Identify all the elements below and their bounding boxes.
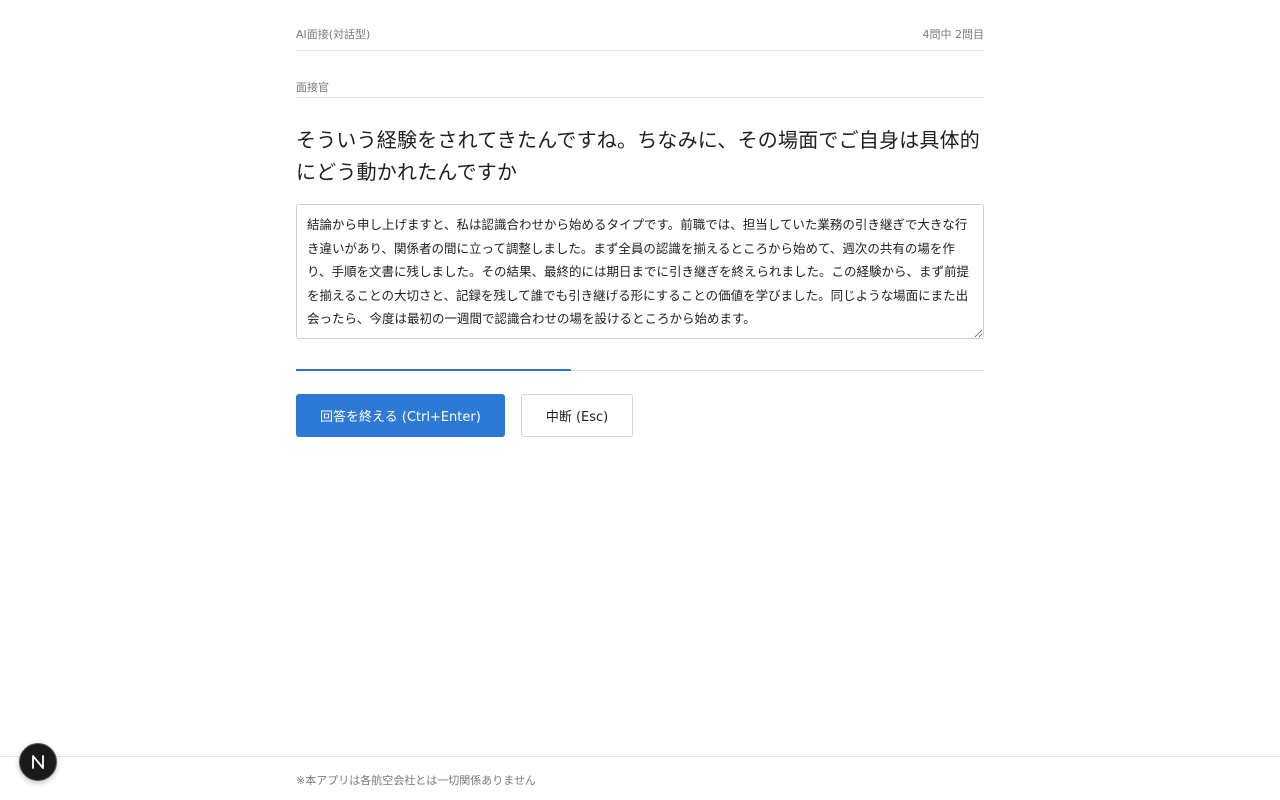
top-bar: AI面接(対話型) 4問中 2問目 bbox=[296, 0, 984, 51]
interviewer-label: 面接官 bbox=[296, 79, 984, 98]
answer-textarea[interactable]: 結論から申し上げますと、私は認識合わせから始めるタイプです。前職では、担当してい… bbox=[296, 204, 984, 339]
app-title: AI面接(対話型) bbox=[296, 28, 371, 41]
footer: ※本アプリは各航空会社とは一切関係ありません bbox=[0, 756, 1280, 800]
next-n-icon[interactable] bbox=[19, 743, 57, 781]
question-progress: 4問中 2問目 bbox=[922, 28, 985, 41]
interviewer-question: そういう経験をされてきたんですね。ちなみに、その場面でご自身は具体的にどう動かれ… bbox=[296, 128, 980, 184]
action-buttons: 回答を終える (Ctrl+Enter) 中断 (Esc) bbox=[296, 394, 984, 437]
progress-fill bbox=[296, 369, 572, 371]
n-glyph-icon bbox=[32, 755, 44, 769]
pause-button[interactable]: 中断 (Esc) bbox=[520, 394, 634, 437]
main-column: AI面接(対話型) 4問中 2問目 面接官 そういう経験をされてきたんですね。ち… bbox=[296, 0, 984, 437]
interview-page: AI面接(対話型) 4問中 2問目 面接官 そういう経験をされてきたんですね。ち… bbox=[0, 0, 1280, 800]
answer-time-progress bbox=[296, 369, 984, 371]
footer-disclaimer: ※本アプリは各航空会社とは一切関係ありません bbox=[296, 774, 536, 787]
finish-answer-button[interactable]: 回答を終える (Ctrl+Enter) bbox=[296, 394, 505, 437]
